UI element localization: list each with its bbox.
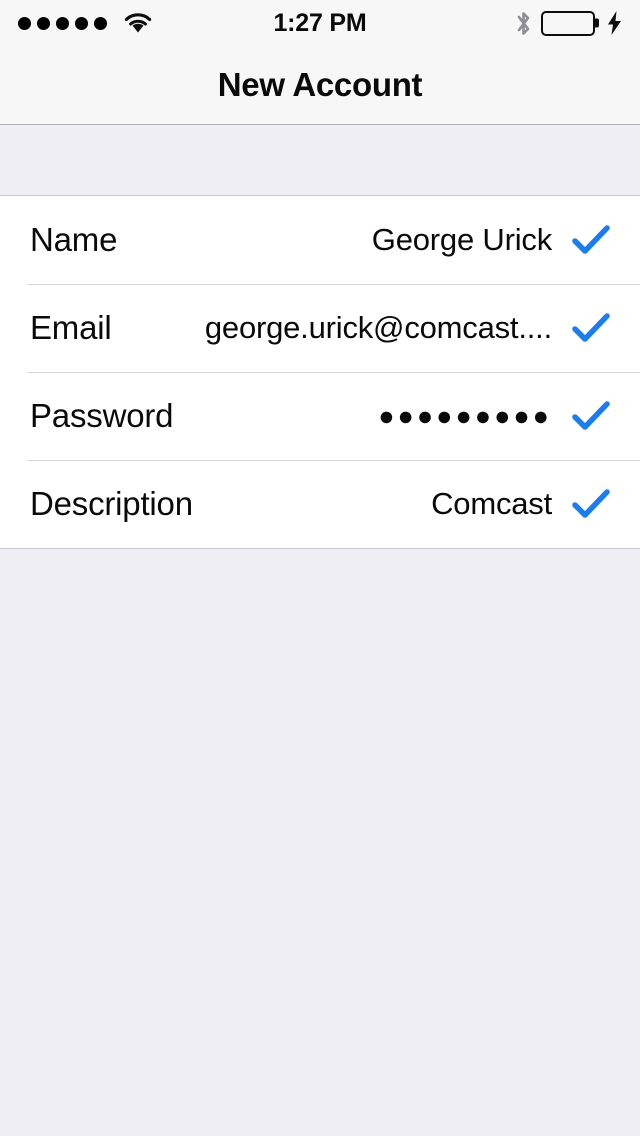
table-section-header-spacer	[0, 125, 640, 196]
field-label: Description	[30, 485, 193, 522]
page-title: New Account	[217, 66, 423, 103]
field-label: Name	[30, 221, 118, 258]
description-input[interactable]: Comcast	[415, 486, 552, 522]
navigation-bar: New Account	[0, 46, 640, 125]
form-row-name[interactable]: Name George Urick	[0, 196, 640, 284]
bluetooth-icon	[515, 10, 532, 37]
wifi-icon	[123, 12, 153, 34]
field-label: Password	[30, 397, 174, 434]
form-row-password[interactable]: Password ●●●●●●●●●	[0, 372, 640, 460]
checkmark-icon	[572, 401, 610, 431]
checkmark-icon	[572, 225, 610, 255]
checkmark-icon	[572, 313, 610, 343]
form-row-email[interactable]: Email george.urick@comcast....	[0, 284, 640, 372]
status-bar-left	[18, 12, 153, 34]
form-row-description[interactable]: Description Comcast	[0, 460, 640, 548]
password-input[interactable]: ●●●●●●●●●	[362, 401, 552, 432]
email-input[interactable]: george.urick@comcast....	[189, 310, 552, 346]
name-input[interactable]: George Urick	[356, 222, 552, 258]
field-label: Email	[30, 309, 112, 346]
main-content: Name George Urick Email george.urick@com…	[0, 125, 640, 1136]
empty-area	[0, 549, 640, 1136]
battery-icon	[541, 10, 595, 36]
cellular-signal-icon	[18, 16, 107, 30]
checkmark-icon	[572, 489, 610, 519]
lightning-bolt-icon	[607, 11, 622, 35]
status-bar-right	[515, 10, 622, 37]
app-screen: 1:27 PM New Account Name George Urick Em…	[0, 0, 640, 1136]
status-bar: 1:27 PM	[0, 0, 640, 46]
account-form-table: Name George Urick Email george.urick@com…	[0, 196, 640, 549]
